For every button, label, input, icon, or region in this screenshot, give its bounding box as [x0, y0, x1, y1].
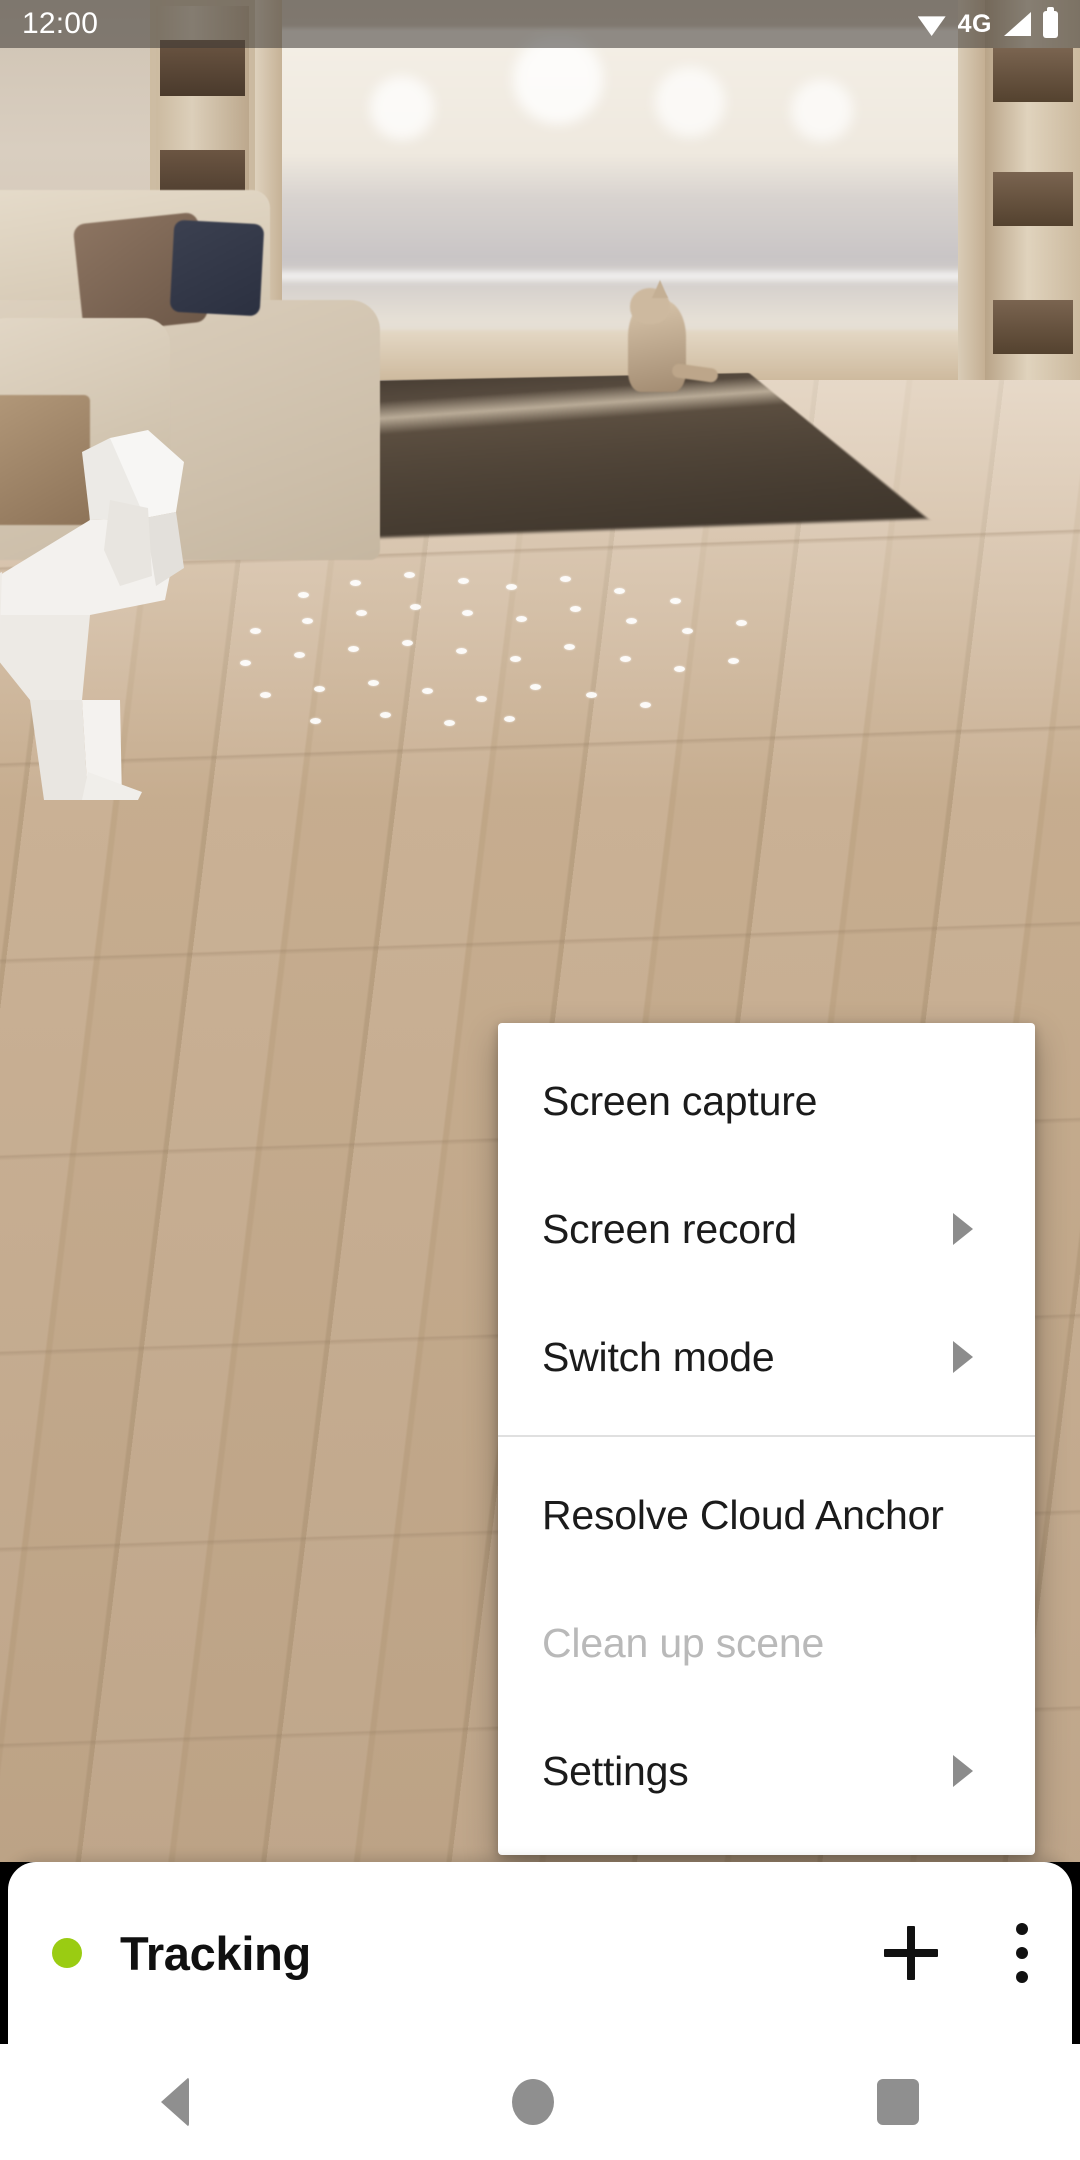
menu-item-screen-record[interactable]: Screen record: [498, 1165, 1035, 1293]
plane-detection-dots: [230, 570, 790, 730]
status-bar: 12:00 4G: [0, 0, 1080, 48]
menu-item-switch-mode[interactable]: Switch mode: [498, 1293, 1035, 1421]
home-icon[interactable]: [511, 2079, 554, 2125]
menu-item-label: Resolve Cloud Anchor: [542, 1491, 944, 1538]
battery-icon: [1043, 6, 1058, 38]
bookshelf-right: [985, 0, 1080, 430]
menu-item-resolve-cloud-anchor[interactable]: Resolve Cloud Anchor: [498, 1451, 1035, 1579]
menu-item-label: Screen capture: [542, 1077, 818, 1124]
bottom-status-sheet[interactable]: Tracking: [8, 1862, 1072, 2044]
android-navigation-bar: [0, 2044, 1080, 2160]
phone-screen: 12:00 4G Screen capture Screen record Sw…: [0, 0, 1080, 2160]
menu-item-settings[interactable]: Settings: [498, 1707, 1035, 1835]
menu-item-clean-up-scene: Clean up scene: [498, 1579, 1035, 1707]
chevron-right-icon: [953, 1341, 973, 1373]
window-plants: [330, 36, 930, 156]
network-type-label: 4G: [957, 9, 992, 38]
overflow-popup-menu[interactable]: Screen capture Screen record Switch mode…: [498, 1023, 1035, 1855]
cat-ear: [652, 280, 668, 298]
menu-item-label: Switch mode: [542, 1333, 775, 1380]
status-bar-icons: 4G: [917, 6, 1058, 39]
wifi-icon: [917, 16, 946, 36]
overflow-menu-button[interactable]: [1016, 1923, 1028, 1983]
ar-dog-model[interactable]: [0, 400, 260, 800]
cushion-navy: [169, 219, 265, 317]
chevron-right-icon: [953, 1755, 973, 1787]
menu-item-label: Clean up scene: [542, 1619, 825, 1666]
status-bar-clock: 12:00: [22, 7, 99, 40]
more-vertical-icon: [1016, 1923, 1028, 1983]
menu-group-scene: Resolve Cloud Anchor Clean up scene Sett…: [498, 1437, 1035, 1849]
tracking-status-label: Tracking: [120, 1926, 311, 1980]
back-icon[interactable]: [161, 2077, 190, 2127]
recents-icon[interactable]: [876, 2079, 919, 2125]
menu-group-capture: Screen capture Screen record Switch mode: [498, 1023, 1035, 1435]
plus-icon: [884, 1926, 938, 1980]
signal-icon: [1004, 12, 1031, 36]
chevron-right-icon: [953, 1213, 973, 1245]
menu-item-screen-capture[interactable]: Screen capture: [498, 1037, 1035, 1165]
sea-horizon: [278, 268, 978, 284]
menu-item-label: Screen record: [542, 1205, 797, 1252]
menu-item-label: Settings: [542, 1747, 689, 1794]
add-object-button[interactable]: [884, 1926, 1016, 1980]
status-indicator-dot: [52, 1938, 82, 1968]
